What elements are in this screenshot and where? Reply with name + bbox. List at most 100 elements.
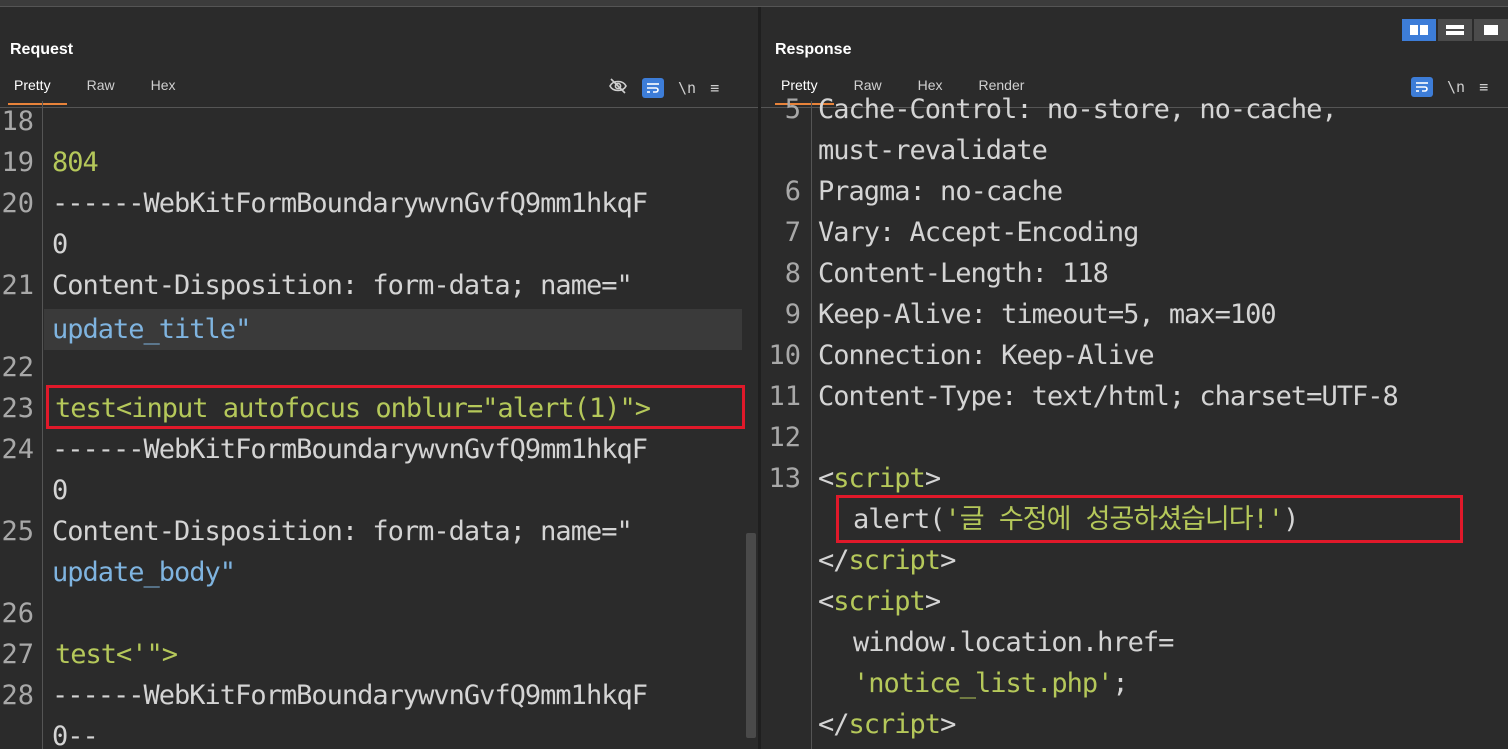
header-value: : 118 [1031,258,1109,289]
gutter-border [42,101,43,749]
line-number: 20 [1,188,34,219]
header-name: Content-Disposition [52,516,343,547]
header-value: : text/html; charset=UTF-8 [1001,381,1399,412]
header-value: : Accept-Encoding [879,217,1139,248]
code-line: 0 [52,229,68,260]
code-line: must-revalidate [818,135,1048,166]
line-number: 23 [1,393,34,424]
code-line: 804 [52,147,99,178]
tag-close: > [940,545,956,576]
tag-close: > [924,586,941,617]
line-number: 26 [1,598,34,629]
js-end: ; [1112,668,1128,699]
tag-open: </ [818,709,850,740]
wrap-icon[interactable] [1411,77,1433,97]
line-number: 5 [784,94,801,125]
tag-name: script [848,545,942,576]
response-pane: Response Pretty Raw Hex Render \n ≡ 5 Ca… [761,7,1508,749]
code-line: Content-Length: 118 [818,253,1109,294]
hamburger-icon[interactable]: ≡ [710,79,719,97]
request-toolbar: \n ≡ [608,77,719,99]
line-number: 18 [1,106,34,137]
highlight-box [836,495,1463,543]
code-line: <script> [818,458,941,499]
line-number: 7 [784,217,801,248]
tag-name: script [848,709,942,740]
code-line: Connection: Keep-Alive [818,335,1155,376]
code-line: Keep-Alive: timeout=5, max=100 [818,294,1277,335]
line-number: 27 [1,639,34,670]
code-line: test<'"> [55,639,178,670]
newline-toggle[interactable]: \n [678,79,696,97]
request-editor[interactable]: 18 19 804 20 ------WebKitFormBoundarywvn… [0,101,758,749]
hamburger-icon[interactable]: ≡ [1479,78,1488,96]
header-value: : form-data; name=" [341,516,633,547]
response-title: Response [775,41,852,58]
tag-open: < [818,463,834,494]
single-pane-icon[interactable] [1474,19,1508,41]
line-number: 25 [1,516,34,547]
header-name: Content-Type [818,381,1002,412]
line-number: 9 [784,299,801,330]
tag-name: script [833,586,926,617]
tag-open: < [818,586,834,617]
eye-slash-icon[interactable] [608,77,628,99]
tag-open: </ [818,545,850,576]
line-number: 24 [1,434,34,465]
line-number: 28 [1,680,34,711]
header-value: : no-cache [909,176,1064,207]
code-line: Cache-Control: no-store, no-cache, [818,89,1338,130]
response-toolbar: \n ≡ [1411,77,1488,97]
code-line: window.location.href= [853,627,1174,658]
newline-toggle[interactable]: \n [1447,78,1465,96]
code-line: </script> [818,704,956,745]
code-line: <script> [818,581,941,622]
line-number: 8 [784,258,801,289]
tag-close: > [924,463,941,494]
tag-close: > [940,709,956,740]
code-line: ------WebKitFormBoundarywvnGvfQ9mm1hkqF [52,680,648,711]
header-name: Vary [818,217,880,248]
header-name: Cache-Control [818,94,1017,125]
split-horizontal-icon[interactable] [1402,19,1436,41]
header-value: : Keep-Alive [970,340,1155,371]
header-name: Content-Disposition [52,270,343,301]
header-name: Connection [818,340,972,371]
line-number: 6 [784,176,801,207]
code-line: Pragma: no-cache [818,171,1064,212]
code-line: update_title" [52,314,251,345]
code-line: update_body" [52,557,236,588]
code-line: Content-Disposition: form-data; name=" [52,511,633,552]
line-number: 22 [1,352,34,383]
header-value: : no-store, no-cache, [1016,94,1337,125]
line-number: 10 [768,340,801,371]
js-string: 'notice_list.php' [853,668,1113,699]
code-line: Content-Type: text/html; charset=UTF-8 [818,376,1399,417]
line-number: 12 [768,422,801,453]
code-line: Vary: Accept-Encoding [818,212,1139,253]
layout-switcher [1402,19,1508,41]
top-separator [0,0,1508,7]
response-editor[interactable]: 5 Cache-Control: no-store, no-cache, mus… [761,94,1508,749]
request-title: Request [10,41,74,58]
header-name: Content-Length [818,258,1033,289]
header-name: Keep-Alive [818,299,972,330]
code-line: 0 [52,475,68,506]
line-number: 19 [1,147,34,178]
line-number: 21 [1,270,34,301]
code-line: Content-Disposition: form-data; name=" [52,265,633,306]
vertical-scrollbar[interactable] [746,533,756,738]
code-line: ------WebKitFormBoundarywvnGvfQ9mm1hkqF [52,188,648,219]
request-pane: Request Pretty Raw Hex \n ≡ 18 19 804 20… [0,7,758,749]
code-line: </script> [818,540,956,581]
split-vertical-icon[interactable] [1438,19,1472,41]
line-number: 13 [768,463,801,494]
highlight-box [46,385,745,429]
wrap-icon[interactable] [642,78,664,98]
line-number: 11 [768,381,801,412]
gutter-border [811,101,812,749]
code-line: 'notice_list.php'; [853,663,1129,704]
tag-name: script [833,463,926,494]
header-name: Pragma [818,176,911,207]
header-value: : form-data; name=" [341,270,633,301]
